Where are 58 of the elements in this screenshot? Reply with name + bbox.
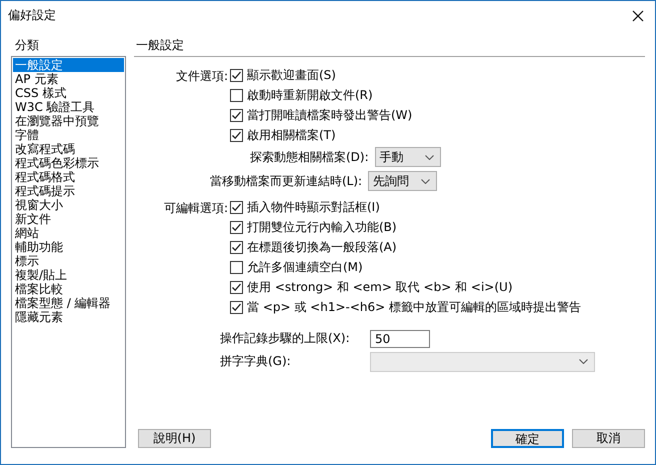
checkbox[interactable] <box>230 260 243 274</box>
checkbox-label: 顯示歡迎畫面(S) <box>247 66 336 84</box>
caret-icon <box>421 178 430 184</box>
checkbox[interactable] <box>230 220 243 234</box>
checkbox-label: 插入物件時顯示對話框(I) <box>247 198 380 216</box>
checkbox[interactable] <box>230 280 243 294</box>
category-item[interactable]: AP 元素 <box>13 72 124 86</box>
checkbox[interactable] <box>230 88 243 102</box>
checkbox-label: 啟動時重新開啟文件(R) <box>247 86 373 104</box>
checkbox-label: 當 <p> 或 <h1>-<h6> 標籤中放置可編輯的區域時提出警告 <box>247 298 582 316</box>
close-icon[interactable] <box>632 10 644 22</box>
checkbox-label: 使用 <strong> 和 <em> 取代 <b> 和 <i>(U) <box>247 278 512 296</box>
category-item[interactable]: 檔案比較 <box>13 282 124 296</box>
input-field[interactable]: 50 <box>370 330 430 348</box>
field-label: 拼字字典(G): <box>220 353 292 370</box>
checkbox[interactable] <box>230 68 243 82</box>
checkbox[interactable] <box>230 108 243 122</box>
category-item[interactable]: 程式碼色彩標示 <box>13 156 124 170</box>
dropdown[interactable]: 先詢問 <box>368 171 438 191</box>
dialog-button[interactable]: 說明(H) <box>138 429 211 448</box>
category-item[interactable]: W3C 驗證工具 <box>13 100 124 114</box>
category-item[interactable]: 一般設定 <box>13 58 124 72</box>
category-item[interactable]: 程式碼提示 <box>13 184 124 198</box>
dropdown-label: 當移動檔案而更新連結時(L): <box>210 172 362 190</box>
checkbox-label: 在標題後切換為一般段落(A) <box>247 238 397 256</box>
category-item[interactable]: 隱藏元素 <box>13 310 124 324</box>
category-item[interactable]: 網站 <box>13 226 124 240</box>
group-label: 可編輯選項: <box>164 201 228 215</box>
window-title: 偏好設定 <box>8 7 56 24</box>
dialog-button[interactable]: 確定 <box>491 429 564 448</box>
category-item[interactable]: 輔助功能 <box>13 240 124 254</box>
checkbox-label: 啟用相關檔案(T) <box>247 126 336 144</box>
checkbox[interactable] <box>230 240 243 254</box>
dropdown-label: 探索動態相關檔案(D): <box>250 148 369 166</box>
category-item[interactable]: 檔案型態 / 編輯器 <box>13 296 124 310</box>
checkbox[interactable] <box>230 200 243 214</box>
caret-icon <box>424 154 434 160</box>
checkbox-label: 打開雙位元行內輸入功能(B) <box>247 218 397 236</box>
category-item[interactable]: CSS 樣式 <box>13 86 124 100</box>
checkbox-label: 允許多個連續空白(M) <box>247 258 363 276</box>
category-item[interactable]: 新文件 <box>13 212 124 226</box>
section-title: 一般設定 <box>136 38 184 52</box>
caret-icon <box>579 359 588 364</box>
field-label: 操作記錄步驟的上限(X): <box>220 330 351 347</box>
category-item[interactable]: 複製/貼上 <box>13 268 124 282</box>
checkbox[interactable] <box>230 128 243 142</box>
category-item[interactable]: 視窗大小 <box>13 198 124 212</box>
checkbox-label: 當打開唯讀檔案時發出警告(W) <box>247 106 412 124</box>
dialog-button[interactable]: 取消 <box>572 429 645 448</box>
category-item[interactable]: 標示 <box>13 254 124 268</box>
checkbox[interactable] <box>230 300 243 314</box>
category-item[interactable]: 改寫程式碼 <box>13 142 124 156</box>
category-item[interactable]: 在瀏覽器中預覽 <box>13 114 124 128</box>
category-item[interactable]: 字體 <box>13 128 124 142</box>
category-item[interactable]: 程式碼格式 <box>13 170 124 184</box>
dropdown[interactable]: 手動 <box>374 147 441 167</box>
category-label: 分類 <box>14 37 39 54</box>
group-label: 文件選項: <box>176 69 228 83</box>
